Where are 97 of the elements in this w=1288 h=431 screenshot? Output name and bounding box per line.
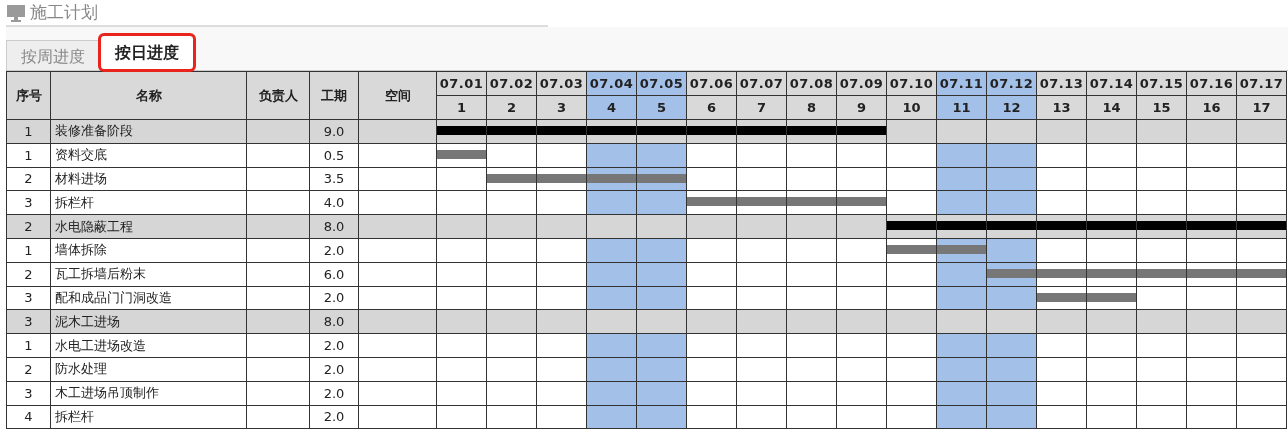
table-cell: 2.0 [309,381,359,406]
date-header: 07.10 [886,71,937,96]
table-cell: 木工进场吊顶制作 [50,381,247,406]
table-cell: 水电工进场改造 [50,333,247,358]
date-header: 07.05 [636,71,687,96]
date-header: 07.17 [1236,71,1287,96]
date-header: 07.13 [1036,71,1087,96]
table-cell: 水电隐蔽工程 [50,214,247,239]
task-bar [937,245,986,254]
task-bar [1037,292,1086,302]
date-header: 07.12 [986,71,1037,96]
table-cell: 墙体拆除 [50,238,247,263]
date-header: 07.09 [836,71,887,96]
table-cell: 1 [6,333,51,358]
phase-bar [737,126,786,135]
phase-bar [987,221,1036,231]
task-bar [1187,268,1236,278]
task-bar [537,173,586,183]
task-bar [487,173,536,183]
phase-bar [837,126,886,135]
phase-bar [1087,221,1136,231]
phase-bar [937,221,986,231]
task-bar [687,197,736,207]
date-header: 07.08 [786,71,837,96]
table-cell: 拆栏杆 [50,190,247,215]
column-header: 负责人 [246,71,310,120]
task-bar [737,197,786,207]
task-bar [437,149,486,159]
date-header: 07.04 [586,71,637,96]
table-cell: 装修准备阶段 [50,119,247,144]
phase-bar [1237,221,1286,231]
table-cell: 拆栏杆 [50,405,247,429]
table-cell: 防水处理 [50,357,247,382]
date-header: 07.16 [1186,71,1237,96]
table-cell: 6.0 [309,262,359,287]
table-cell: 0.5 [309,143,359,168]
phase-bar [687,126,736,135]
date-header: 07.07 [736,71,787,96]
phase-bar [1037,221,1086,231]
date-header: 07.01 [436,71,487,96]
table-cell: 瓦工拆墙后粉末 [50,262,247,287]
table-cell: 2 [6,357,51,382]
date-header: 07.06 [686,71,737,96]
phase-bar [1137,221,1186,231]
task-bar [1037,268,1086,278]
date-header: 07.03 [536,71,587,96]
phase-bar [487,126,536,135]
table-cell: 1 [6,119,51,144]
table-cell: 4.0 [309,190,359,215]
table-cell: 1 [6,238,51,263]
task-bar [637,173,686,183]
table-cell: 3.5 [309,167,359,191]
table-cell: 泥木工进场 [50,309,247,334]
monitor-icon [6,3,26,22]
table-cell: 配和成品门门洞改造 [50,286,247,310]
date-header: 07.11 [936,71,987,96]
date-header: 07.14 [1086,71,1137,96]
task-bar [787,197,836,207]
tab[interactable]: 按日进度 [100,35,194,70]
table-cell: 4 [6,405,51,429]
phase-bar [637,126,686,135]
table-cell: 1 [6,143,51,168]
table-cell: 3 [6,286,51,310]
phase-bar [537,126,586,135]
table-cell: 资料交底 [50,143,247,168]
task-bar [837,197,886,207]
task-bar [987,268,1036,278]
phase-bar [887,221,936,231]
table-cell: 2.0 [309,286,359,310]
phase-bar [587,126,636,135]
task-bar [1137,268,1186,278]
phase-bar [437,126,486,135]
table-cell: 2.0 [309,357,359,382]
task-bar [887,245,936,254]
column-header: 工期 [309,71,359,120]
table-cell: 2 [6,262,51,287]
table-cell: 3 [6,309,51,334]
task-bar [587,173,636,183]
task-bar [1237,268,1286,278]
page-title: 施工计划 [30,1,98,24]
table-cell: 2.0 [309,405,359,429]
table-cell: 2.0 [309,238,359,263]
table-cell: 材料进场 [50,167,247,191]
column-header: 序号 [6,71,51,120]
phase-bar [787,126,836,135]
table-cell: 3 [6,190,51,215]
phase-bar [1187,221,1236,231]
table-cell: 2 [6,167,51,191]
column-header: 名称 [50,71,247,120]
date-header: 07.02 [486,71,537,96]
table-cell: 3 [6,381,51,406]
table-cell: 2.0 [309,333,359,358]
task-bar [1087,268,1136,278]
table-cell: 2 [6,214,51,239]
task-bar [1087,292,1136,302]
date-header: 07.15 [1136,71,1187,96]
column-header: 空间 [358,71,437,120]
